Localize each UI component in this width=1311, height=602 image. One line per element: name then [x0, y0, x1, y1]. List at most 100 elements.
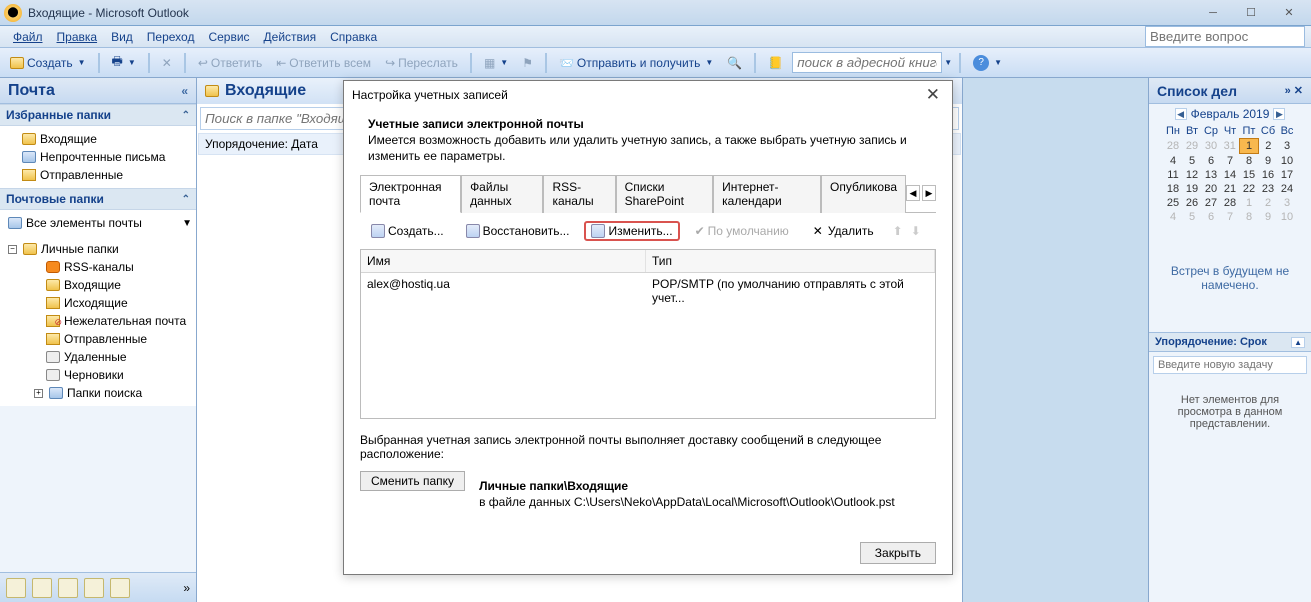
col-name[interactable]: Имя [361, 250, 646, 272]
minimize-button[interactable]: ─ [1195, 3, 1231, 23]
reply-button[interactable]: ↩Ответить [193, 54, 267, 72]
calendar-day[interactable]: 27 [1202, 196, 1221, 210]
calendar-day[interactable]: 11 [1164, 168, 1183, 182]
flag-button[interactable]: ⚑ [517, 54, 538, 72]
calendar-day[interactable]: 13 [1202, 168, 1221, 182]
contacts-shortcut-icon[interactable] [58, 578, 78, 598]
tab-data-files[interactable]: Файлы данных [461, 175, 543, 213]
calendar-day[interactable]: 9 [1259, 210, 1278, 224]
calendar-day[interactable]: 8 [1240, 210, 1259, 224]
account-default-button[interactable]: ✔По умолчанию [688, 221, 796, 241]
next-month-icon[interactable]: ▶ [1273, 108, 1285, 120]
calendar-day[interactable]: 20 [1202, 182, 1221, 196]
forward-button[interactable]: ↪Переслать [380, 54, 463, 72]
calendar-day[interactable]: 19 [1183, 182, 1202, 196]
dialog-close-icon[interactable]: ✕ [922, 85, 944, 105]
calendar-day[interactable]: 3 [1278, 196, 1297, 210]
calendar-day[interactable]: 4 [1164, 154, 1183, 169]
tree-item[interactable]: Удаленные [0, 348, 196, 366]
all-mail-items[interactable]: Все элементы почты▼ [0, 214, 196, 232]
address-book-button[interactable]: 📒 [763, 54, 788, 72]
calendar-day[interactable]: 10 [1278, 154, 1297, 169]
calendar-day[interactable]: 12 [1183, 168, 1202, 182]
tab-published[interactable]: Опубликова [821, 175, 906, 213]
close-button[interactable]: ✕ [1271, 3, 1307, 23]
account-edit-button[interactable]: Изменить... [584, 221, 679, 241]
calendar-day[interactable]: 8 [1240, 154, 1259, 169]
fav-item[interactable]: Входящие [0, 130, 196, 148]
tab-rss[interactable]: RSS-каналы [543, 175, 615, 213]
menu-file[interactable]: Файл [6, 28, 50, 46]
tab-email[interactable]: Электронная почта [360, 175, 461, 213]
more-shortcuts-icon[interactable]: » [183, 581, 190, 595]
calendar-day[interactable]: 6 [1202, 210, 1221, 224]
calendar-day[interactable]: 1 [1240, 196, 1259, 210]
menu-view[interactable]: Вид [104, 28, 140, 46]
calendar-day[interactable]: 28 [1164, 139, 1183, 154]
task-sort-bar[interactable]: Упорядочение: Срок▲ [1149, 332, 1311, 352]
tree-item[interactable]: +Папки поиска [0, 384, 196, 402]
calendar-day[interactable]: 17 [1278, 168, 1297, 182]
todo-collapse-icon[interactable]: » ✕ [1285, 84, 1303, 97]
new-task-input[interactable] [1153, 356, 1307, 374]
help-search-input[interactable] [1145, 26, 1305, 47]
menu-edit[interactable]: Правка [50, 28, 105, 46]
find-button[interactable]: 🔍 [722, 54, 747, 72]
tree-item[interactable]: Входящие [0, 276, 196, 294]
calendar-day[interactable]: 5 [1183, 154, 1202, 169]
calendar-day[interactable]: 16 [1259, 168, 1278, 182]
fav-item[interactable]: Отправленные [0, 166, 196, 184]
tab-internet-calendars[interactable]: Интернет-календари [713, 175, 821, 213]
tree-item[interactable]: Отправленные [0, 330, 196, 348]
calendar-day[interactable]: 23 [1259, 182, 1278, 196]
tree-item[interactable]: Черновики [0, 366, 196, 384]
print-button[interactable]: 🖶▼ [107, 50, 141, 75]
calendar-day[interactable]: 30 [1202, 139, 1221, 154]
calendar-day[interactable]: 10 [1278, 210, 1297, 224]
calendar-day[interactable]: 4 [1164, 210, 1183, 224]
menu-help[interactable]: Справка [323, 28, 384, 46]
col-type[interactable]: Тип [646, 250, 935, 272]
account-repair-button[interactable]: Восстановить... [459, 221, 577, 241]
dialog-close-button[interactable]: Закрыть [860, 542, 936, 564]
tasks-shortcut-icon[interactable] [84, 578, 104, 598]
help-button[interactable]: ?▼ [968, 53, 1007, 73]
prev-month-icon[interactable]: ◀ [1175, 108, 1187, 120]
calendar-day[interactable]: 28 [1221, 196, 1240, 210]
notes-shortcut-icon[interactable] [110, 578, 130, 598]
calendar-day[interactable]: 2 [1259, 139, 1278, 154]
account-delete-button[interactable]: ✕Удалить [804, 221, 881, 241]
account-create-button[interactable]: Создать... [364, 221, 451, 241]
calendar-day[interactable]: 25 [1164, 196, 1183, 210]
menu-actions[interactable]: Действия [257, 28, 324, 46]
calendar-day[interactable]: 6 [1202, 154, 1221, 169]
calendar-day[interactable]: 7 [1221, 154, 1240, 169]
calendar-day[interactable]: 29 [1183, 139, 1202, 154]
calendar-day[interactable]: 9 [1259, 154, 1278, 169]
tab-scroll-left-icon[interactable]: ◀ [906, 185, 920, 201]
calendar-day[interactable]: 18 [1164, 182, 1183, 196]
calendar-day[interactable]: 24 [1278, 182, 1297, 196]
calendar-day[interactable]: 1 [1240, 139, 1259, 154]
delete-button[interactable]: ✕ [157, 54, 177, 72]
calendar-day[interactable]: 22 [1240, 182, 1259, 196]
tab-sharepoint[interactable]: Списки SharePoint [616, 175, 714, 213]
collapse-icon[interactable]: − [8, 245, 17, 254]
calendar-day[interactable]: 2 [1259, 196, 1278, 210]
calendar-day[interactable]: 7 [1221, 210, 1240, 224]
calendar-day[interactable]: 31 [1221, 139, 1240, 154]
maximize-button[interactable]: ☐ [1233, 3, 1269, 23]
calendar-day[interactable]: 26 [1183, 196, 1202, 210]
expand-icon[interactable]: + [34, 389, 43, 398]
calendar-day[interactable]: 3 [1278, 139, 1297, 154]
categorize-button[interactable]: ▦▼ [479, 54, 513, 72]
send-receive-button[interactable]: 📨Отправить и получить▼ [554, 54, 718, 72]
menu-tools[interactable]: Сервис [201, 28, 256, 46]
mail-shortcut-icon[interactable] [6, 578, 26, 598]
nav-section-mailfolders[interactable]: Почтовые папки⌃ [0, 188, 196, 210]
calendar-shortcut-icon[interactable] [32, 578, 52, 598]
address-search-input[interactable] [792, 52, 942, 73]
reply-all-button[interactable]: ⇤Ответить всем [271, 54, 376, 72]
tab-scroll-right-icon[interactable]: ▶ [922, 185, 936, 201]
tree-item[interactable]: RSS-каналы [0, 258, 196, 276]
